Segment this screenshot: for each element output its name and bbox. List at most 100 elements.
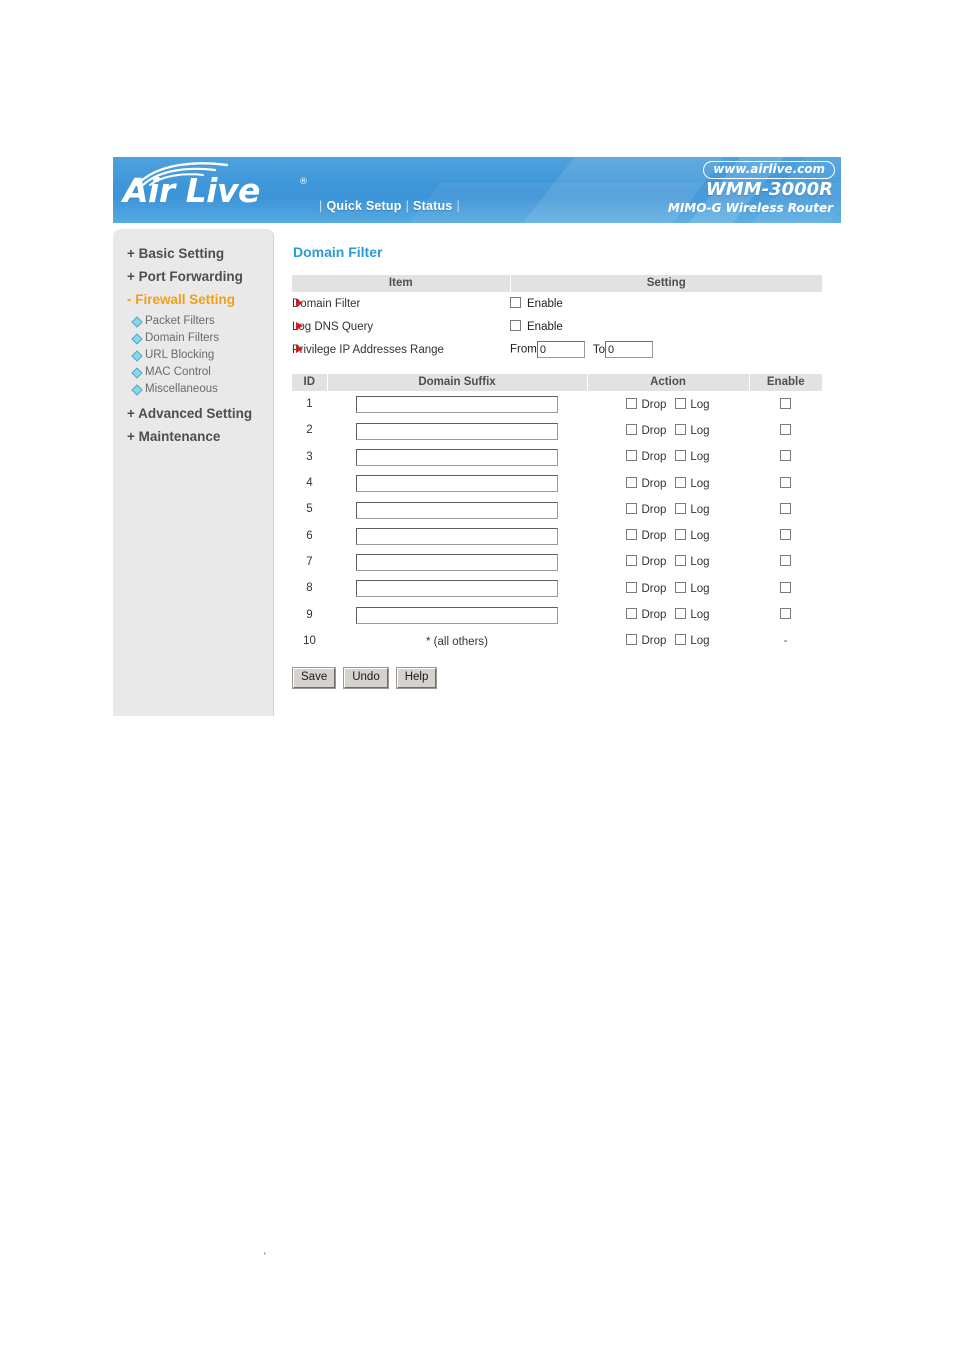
nav-link-quick-setup[interactable]: Quick Setup <box>326 199 401 213</box>
log-checkbox[interactable] <box>675 476 687 488</box>
drop-checkbox[interactable] <box>626 634 638 646</box>
domain-suffix-input[interactable] <box>356 475 558 493</box>
model-name: WMM-3000R <box>705 179 833 200</box>
sidebar-item-firewall-setting[interactable]: - Firewall Setting <box>113 288 273 311</box>
rule-id: 10 <box>303 634 316 647</box>
drop-checkbox[interactable] <box>626 608 638 620</box>
domain-suffix-input[interactable] <box>356 554 558 572</box>
drop-checkbox[interactable] <box>626 555 638 567</box>
drop-checkbox[interactable] <box>626 397 638 409</box>
log-checkbox[interactable] <box>675 502 687 514</box>
sidebar-item-basic-setting[interactable]: + Basic Setting <box>113 242 273 265</box>
page-artifact-mark: ' <box>264 1251 266 1261</box>
domain-suffix-input[interactable] <box>356 580 558 598</box>
rule-action-cell: Drop Log <box>587 575 749 601</box>
help-button[interactable]: Help <box>395 666 438 689</box>
domain-suffix-input[interactable] <box>356 606 558 624</box>
settings-value-cell: From To <box>510 338 822 361</box>
rule-enable-cell <box>749 522 822 548</box>
website-url-badge[interactable]: www.airlive.com <box>703 161 835 179</box>
drop-label: Drop <box>641 477 667 490</box>
rule-suffix-cell <box>327 575 587 601</box>
rule-enable-checkbox[interactable] <box>780 502 791 514</box>
rule-enable-dash: - <box>783 634 788 647</box>
rule-enable-checkbox[interactable] <box>780 476 791 488</box>
domain-suffix-input[interactable] <box>356 422 558 440</box>
log-label: Log <box>690 477 710 490</box>
logo-wordmark: Air Live <box>123 171 260 210</box>
rule-id: 6 <box>306 529 313 542</box>
save-button[interactable]: Save <box>291 666 337 689</box>
model-subtitle: MIMO-G Wireless Router <box>667 201 833 215</box>
rule-enable-cell <box>749 444 822 470</box>
privilege-ip-from-input[interactable] <box>536 341 585 358</box>
sidebar-sub-label: MAC Control <box>145 366 211 378</box>
sidebar-item-domain-filters[interactable]: Domain Filters <box>113 330 273 347</box>
log-checkbox[interactable] <box>675 581 687 593</box>
settings-item-label-cell: Privilege IP Addresses Range <box>292 338 510 361</box>
log-checkbox[interactable] <box>675 450 687 462</box>
drop-checkbox[interactable] <box>626 450 638 462</box>
undo-button[interactable]: Undo <box>343 666 389 689</box>
drop-checkbox[interactable] <box>626 476 638 488</box>
log-checkbox[interactable] <box>675 608 687 620</box>
log-label: Log <box>690 424 710 437</box>
table-row: 8 Drop Log <box>292 575 822 601</box>
log-checkbox[interactable] <box>675 529 687 541</box>
diamond-bullet-icon <box>131 367 143 379</box>
sidebar-item-url-blocking[interactable]: URL Blocking <box>113 347 273 364</box>
domain-filter-enable-checkbox[interactable] <box>510 297 521 308</box>
rule-enable-checkbox[interactable] <box>780 450 791 462</box>
sidebar-item-mac-control[interactable]: MAC Control <box>113 364 273 381</box>
domain-suffix-input[interactable] <box>356 501 558 519</box>
log-checkbox[interactable] <box>675 634 687 646</box>
settings-row-domain-filter: Domain Filter Enable <box>292 292 822 315</box>
rule-enable-checkbox[interactable] <box>780 529 791 541</box>
sidebar-item-maintenance[interactable]: + Maintenance <box>113 425 273 448</box>
rule-action-cell: Drop Log <box>587 417 749 443</box>
drop-label: Drop <box>641 609 667 622</box>
rule-action-cell: Drop Log <box>587 628 749 654</box>
settings-value-cell: Enable <box>510 315 822 338</box>
diamond-bullet-icon <box>131 350 143 362</box>
log-dns-query-enable-checkbox[interactable] <box>510 320 521 331</box>
table-row: 3 Drop Log <box>292 444 822 470</box>
rule-enable-cell <box>749 391 822 417</box>
settings-item-label-cell: Domain Filter <box>292 292 510 315</box>
sidebar-item-port-forwarding[interactable]: + Port Forwarding <box>113 265 273 288</box>
rule-enable-checkbox[interactable] <box>780 423 791 435</box>
log-label: Log <box>690 609 710 622</box>
drop-checkbox[interactable] <box>626 581 638 593</box>
sidebar-item-miscellaneous[interactable]: Miscellaneous <box>113 381 273 398</box>
red-arrow-icon <box>296 322 303 330</box>
sidebar-sub-label: Packet Filters <box>145 315 215 327</box>
rule-enable-checkbox[interactable] <box>780 581 791 593</box>
settings-table: Item Setting Domain Filter Enable Log DN… <box>292 275 822 361</box>
domain-suffix-input[interactable] <box>356 396 558 414</box>
nav-link-status[interactable]: Status <box>413 199 452 213</box>
registered-trademark-icon: ® <box>299 177 308 187</box>
airlive-logo[interactable]: Air Live ® <box>123 161 318 219</box>
log-checkbox[interactable] <box>675 555 687 567</box>
rule-id: 2 <box>306 424 313 437</box>
sidebar-item-advanced-setting[interactable]: + Advanced Setting <box>113 402 273 425</box>
table-row: 7 Drop Log <box>292 549 822 575</box>
rule-enable-checkbox[interactable] <box>780 555 791 567</box>
privilege-ip-to-input[interactable] <box>605 341 653 358</box>
domain-suffix-input[interactable] <box>356 527 558 545</box>
log-checkbox[interactable] <box>675 423 687 435</box>
sidebar-sub-label: Domain Filters <box>145 332 220 344</box>
domain-suffix-input[interactable] <box>356 448 558 466</box>
rule-suffix-cell <box>327 549 587 575</box>
rule-id: 4 <box>306 477 313 490</box>
sidebar-item-packet-filters[interactable]: Packet Filters <box>113 313 273 330</box>
drop-checkbox[interactable] <box>626 529 638 541</box>
rules-header-id: ID <box>292 374 328 391</box>
rule-enable-checkbox[interactable] <box>780 608 791 620</box>
red-arrow-icon <box>296 299 303 307</box>
log-checkbox[interactable] <box>675 397 687 409</box>
drop-checkbox[interactable] <box>626 423 638 435</box>
rule-enable-checkbox[interactable] <box>780 397 791 409</box>
drop-checkbox[interactable] <box>626 502 638 514</box>
rule-action-cell: Drop Log <box>587 444 749 470</box>
